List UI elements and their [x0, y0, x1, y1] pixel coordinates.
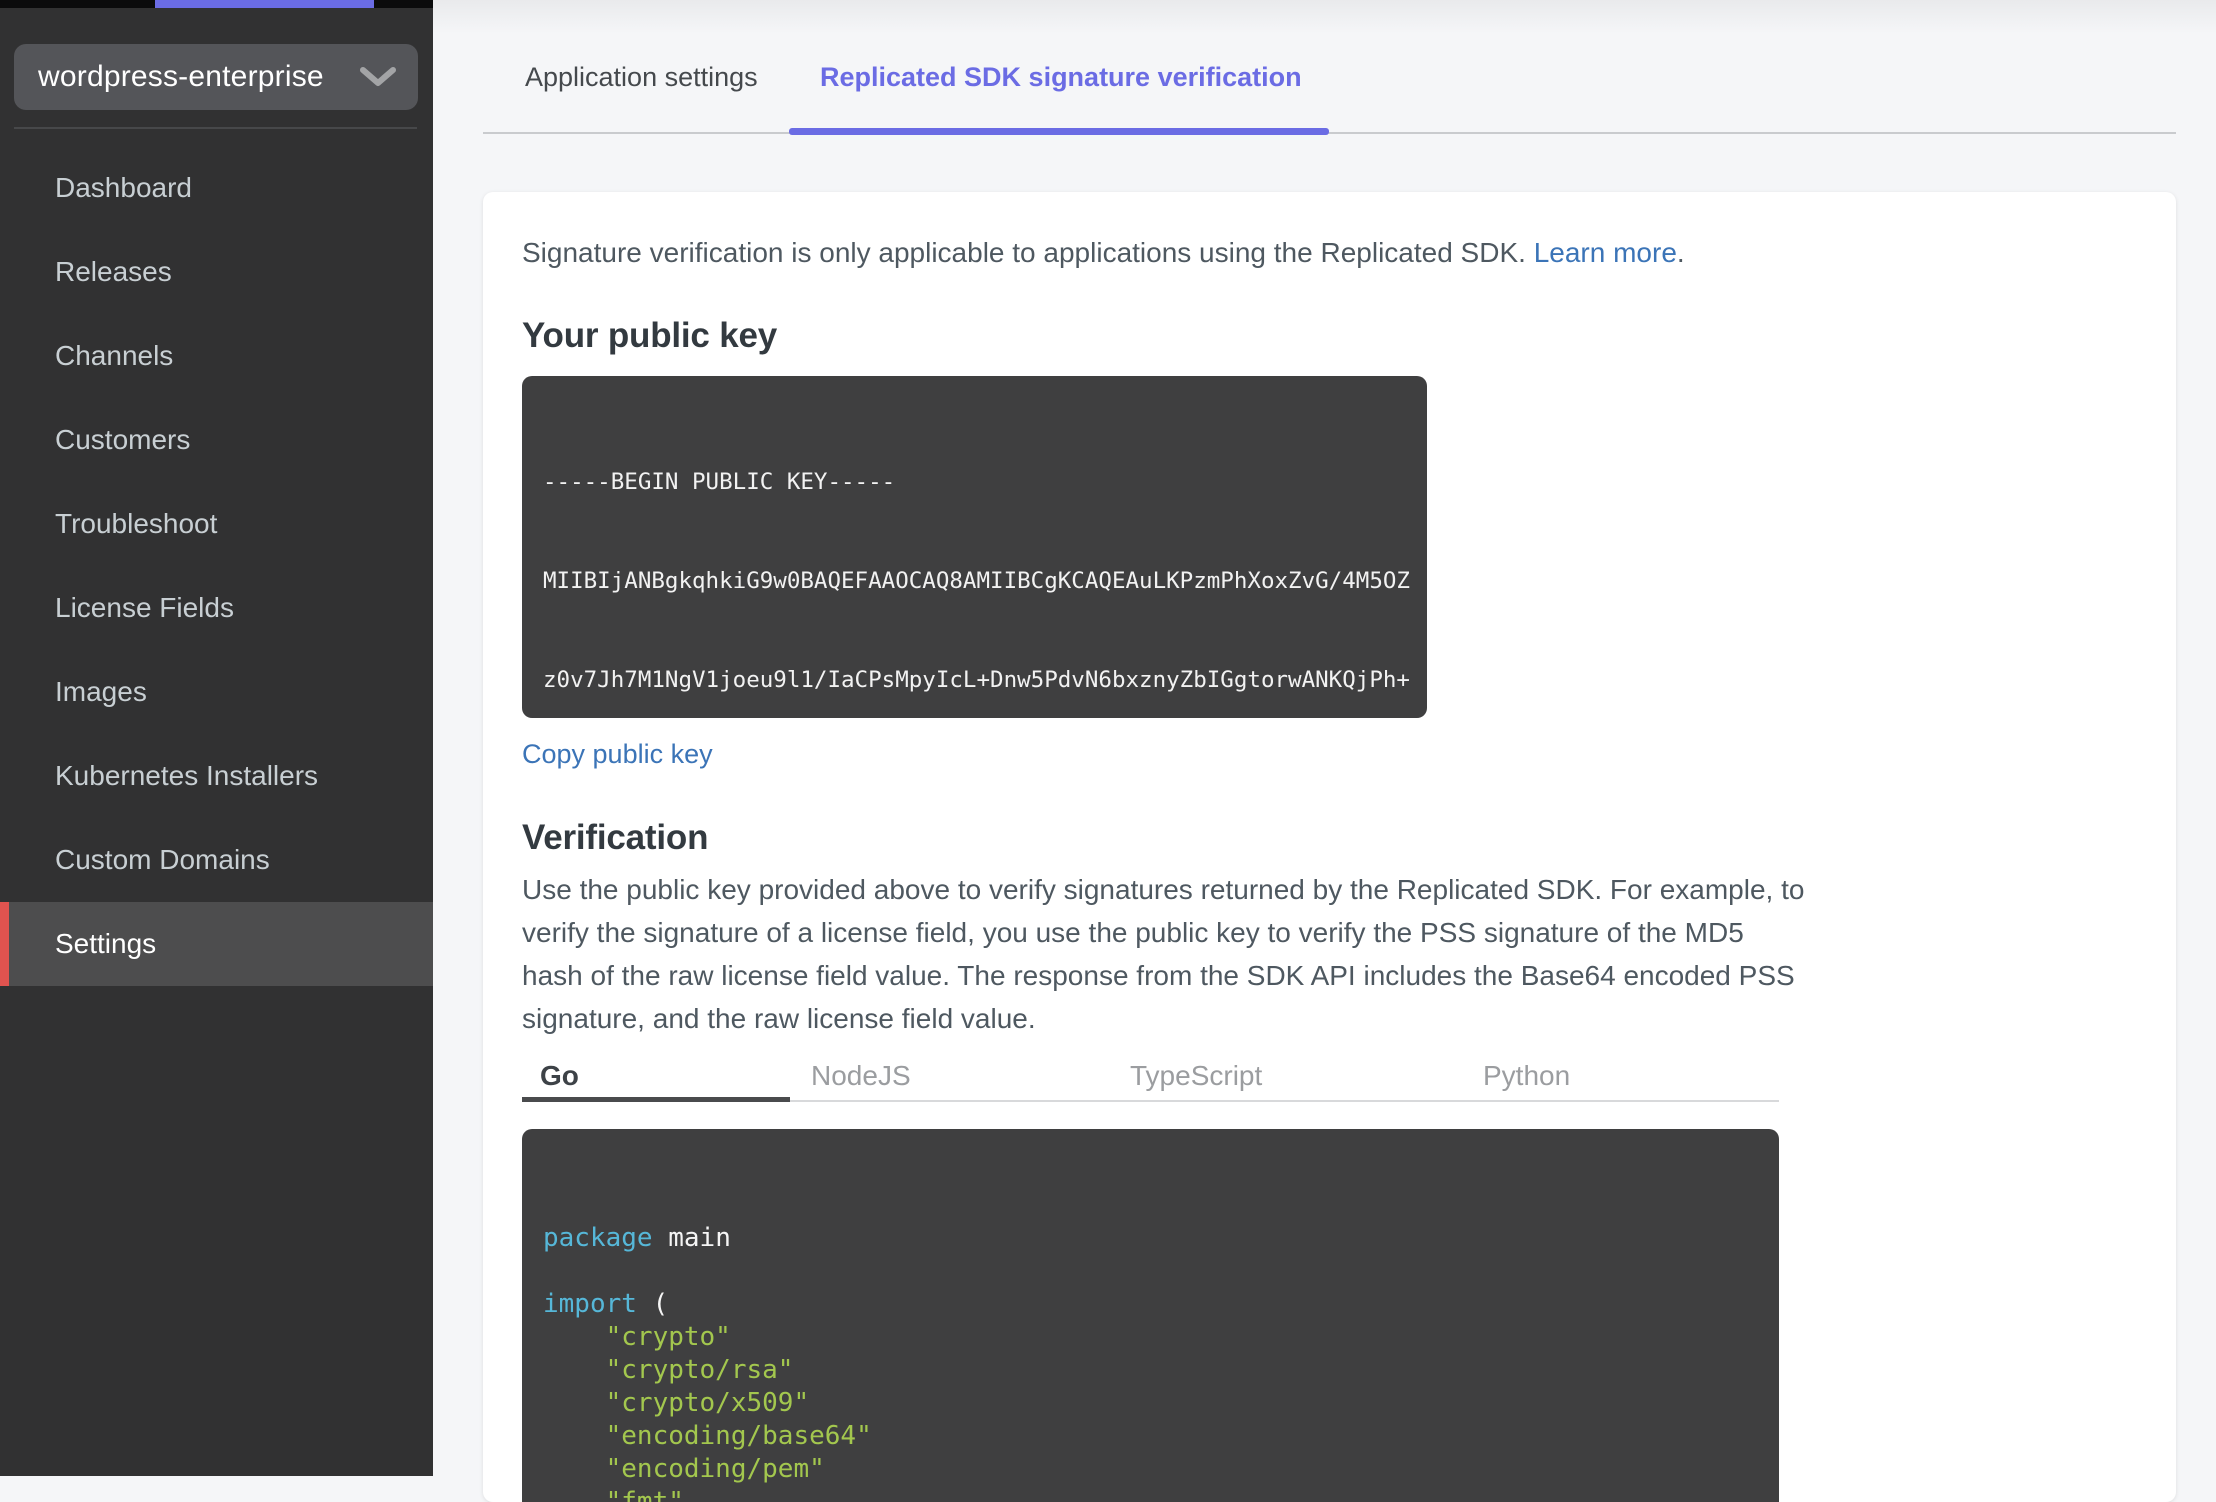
app-selector-dropdown[interactable]: wordpress-enterprise	[14, 44, 418, 110]
code-tab-go[interactable]: Go	[540, 1060, 579, 1092]
public-key-line: -----BEGIN PUBLIC KEY-----	[543, 469, 896, 495]
code-tab-nodejs[interactable]: NodeJS	[811, 1060, 911, 1092]
code-line: "crypto"	[543, 1322, 731, 1352]
top-nav-strip	[0, 0, 433, 8]
sidebar-item-label: License Fields	[55, 592, 234, 623]
page: wordpress-enterprise Dashboard Releases Ch…	[0, 0, 2216, 1502]
sidebar-divider	[14, 127, 417, 129]
copy-public-key-link[interactable]: Copy public key	[522, 738, 713, 770]
code-line: "fmt"	[543, 1487, 684, 1502]
sidebar-item-label: Dashboard	[55, 172, 192, 203]
sidebar-item-label: Releases	[55, 256, 172, 287]
verification-heading: Verification	[522, 818, 709, 857]
chevron-down-icon	[360, 67, 396, 86]
intro-text-main: Signature verification is only applicabl…	[522, 237, 1534, 268]
sidebar-item-troubleshoot[interactable]: Troubleshoot	[0, 482, 433, 566]
tab-bar-divider	[483, 132, 2176, 134]
code-line: "encoding/pem"	[543, 1454, 825, 1484]
public-key-block: -----BEGIN PUBLIC KEY----- MIIBIjANBgkqh…	[522, 376, 1427, 718]
active-tab-underline	[789, 128, 1329, 135]
verification-description: Use the public key provided above to ver…	[522, 874, 1805, 1034]
learn-more-link[interactable]: Learn more	[1534, 237, 1677, 268]
sidebar-item-license-fields[interactable]: License Fields	[0, 566, 433, 650]
public-key-line: z0v7Jh7M1NgV1joeu9l1/IaCPsMpyIcL+Dnw5Pdv…	[543, 667, 1410, 693]
tab-application-settings[interactable]: Application settings	[525, 62, 758, 93]
top-nav-active-indicator	[155, 0, 374, 8]
sidebar-item-label: Settings	[55, 928, 157, 959]
sidebar-item-kubernetes-installers[interactable]: Kubernetes Installers	[0, 734, 433, 818]
sidebar-item-releases[interactable]: Releases	[0, 230, 433, 314]
code-block-content: package main import ( "crypto" "crypto/r…	[543, 1222, 1779, 1502]
sidebar-nav: Dashboard Releases Channels Customers Troubl…	[0, 146, 433, 986]
code-line: "encoding/base64"	[543, 1421, 872, 1451]
public-key-line: MIIBIjANBgkqhkiG9w0BAQEFAAOCAQ8AMIIBCgKC…	[543, 568, 1410, 594]
main-content: Application settings Replicated SDK sign…	[433, 0, 2216, 1502]
sidebar-item-channels[interactable]: Channels	[0, 314, 433, 398]
code-language-tabs: Go NodeJS TypeScript Python	[522, 1058, 1779, 1102]
sidebar-item-customers[interactable]: Customers	[0, 398, 433, 482]
signature-verification-card: Signature verification is only applicabl…	[483, 192, 2176, 1502]
code-line: "crypto/x509"	[543, 1388, 810, 1418]
sidebar-item-label: Kubernetes Installers	[55, 760, 319, 791]
code-tab-python[interactable]: Python	[1483, 1060, 1570, 1092]
sidebar-item-label: Troubleshoot	[55, 508, 218, 539]
go-code-block: package main import ( "crypto" "crypto/r…	[522, 1129, 1779, 1502]
sidebar-item-custom-domains[interactable]: Custom Domains	[0, 818, 433, 902]
code-tab-typescript[interactable]: TypeScript	[1130, 1060, 1262, 1092]
active-code-tab-underline	[522, 1097, 790, 1102]
intro-period: .	[1676, 237, 1685, 268]
code-line: import (	[543, 1289, 669, 1319]
tab-replicated-sdk-signature-verification[interactable]: Replicated SDK signature verification	[820, 62, 1302, 93]
sidebar-item-label: Images	[55, 676, 147, 707]
code-line: package main	[543, 1223, 731, 1253]
sidebar-item-images[interactable]: Images	[0, 650, 433, 734]
sidebar-item-label: Customers	[55, 424, 191, 455]
sidebar-item-settings[interactable]: Settings	[0, 902, 433, 986]
code-line: "crypto/rsa"	[543, 1355, 794, 1385]
sidebar: wordpress-enterprise Dashboard Releases Ch…	[0, 0, 433, 1476]
public-key-heading: Your public key	[522, 316, 778, 355]
active-item-accent-bar	[0, 902, 9, 986]
app-selector-label: wordpress-enterprise	[38, 60, 324, 93]
sidebar-item-dashboard[interactable]: Dashboard	[0, 146, 433, 230]
sidebar-item-label: Custom Domains	[55, 844, 270, 875]
sidebar-item-label: Channels	[55, 340, 174, 371]
intro-text: Signature verification is only applicabl…	[522, 236, 2136, 270]
settings-tab-bar: Application settings Replicated SDK sign…	[433, 0, 2216, 135]
